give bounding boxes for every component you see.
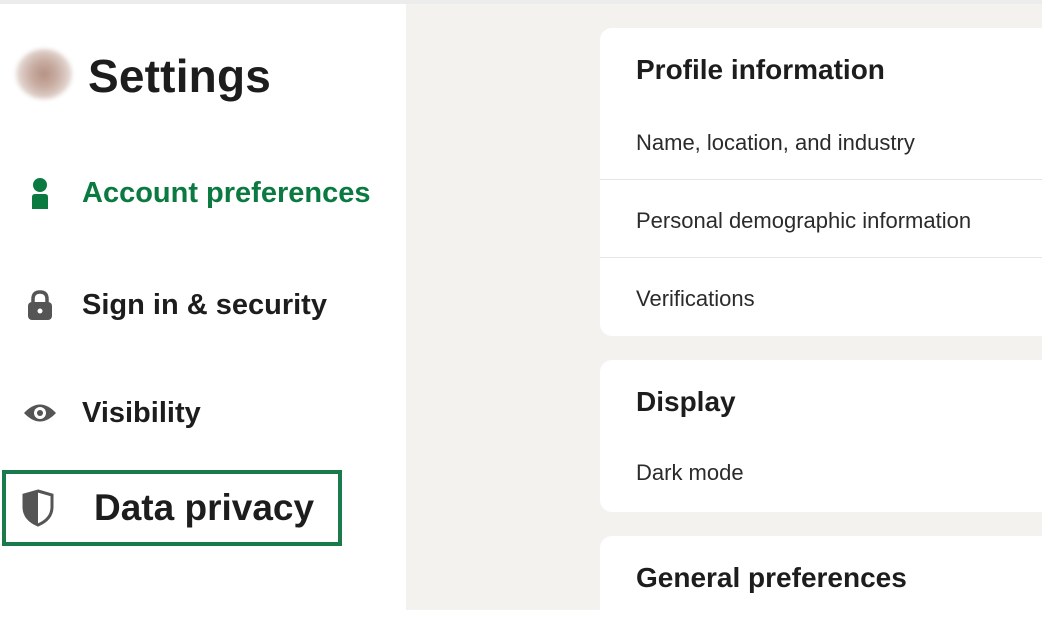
sidebar-item-sign-in-security[interactable]: Sign in & security bbox=[22, 280, 392, 330]
sidebar-item-account-preferences[interactable]: Account preferences bbox=[22, 168, 392, 218]
general-preferences-card: General preferences bbox=[600, 536, 1042, 636]
divider bbox=[600, 257, 1042, 258]
card-title: Profile information bbox=[636, 54, 885, 85]
profile-information-card: Profile information Name, location, and … bbox=[600, 28, 1042, 336]
avatar[interactable] bbox=[16, 49, 72, 99]
eye-icon bbox=[22, 395, 58, 431]
lock-icon bbox=[22, 287, 58, 323]
card-title: Display bbox=[636, 386, 736, 417]
sidebar-item-label: Visibility bbox=[82, 396, 201, 429]
person-icon bbox=[22, 175, 58, 211]
sidebar-item-label: Data privacy bbox=[94, 487, 315, 528]
divider bbox=[600, 179, 1042, 180]
settings-row-demographic-info[interactable]: Personal demographic information bbox=[600, 182, 1042, 260]
settings-row-verifications[interactable]: Verifications bbox=[600, 260, 1042, 338]
card-title: General preferences bbox=[636, 562, 907, 593]
sidebar-item-label: Account preferences bbox=[82, 176, 371, 209]
page-title: Settings bbox=[88, 50, 272, 102]
shield-icon bbox=[20, 489, 56, 527]
settings-row-name-location-industry[interactable]: Name, location, and industry bbox=[600, 104, 1042, 182]
sidebar-item-visibility[interactable]: Visibility bbox=[22, 388, 392, 438]
settings-row-dark-mode[interactable]: Dark mode bbox=[600, 434, 1042, 512]
sidebar-item-label: Sign in & security bbox=[82, 288, 327, 321]
settings-sidebar: Settings Account preferences Sign in & s… bbox=[0, 4, 406, 610]
display-card: Display Dark mode bbox=[600, 360, 1042, 512]
row-label: Dark mode bbox=[636, 460, 744, 485]
row-label: Name, location, and industry bbox=[636, 130, 915, 155]
row-label: Verifications bbox=[636, 286, 755, 311]
row-label: Personal demographic information bbox=[636, 208, 972, 233]
sidebar-item-data-privacy[interactable]: Data privacy bbox=[2, 470, 342, 546]
